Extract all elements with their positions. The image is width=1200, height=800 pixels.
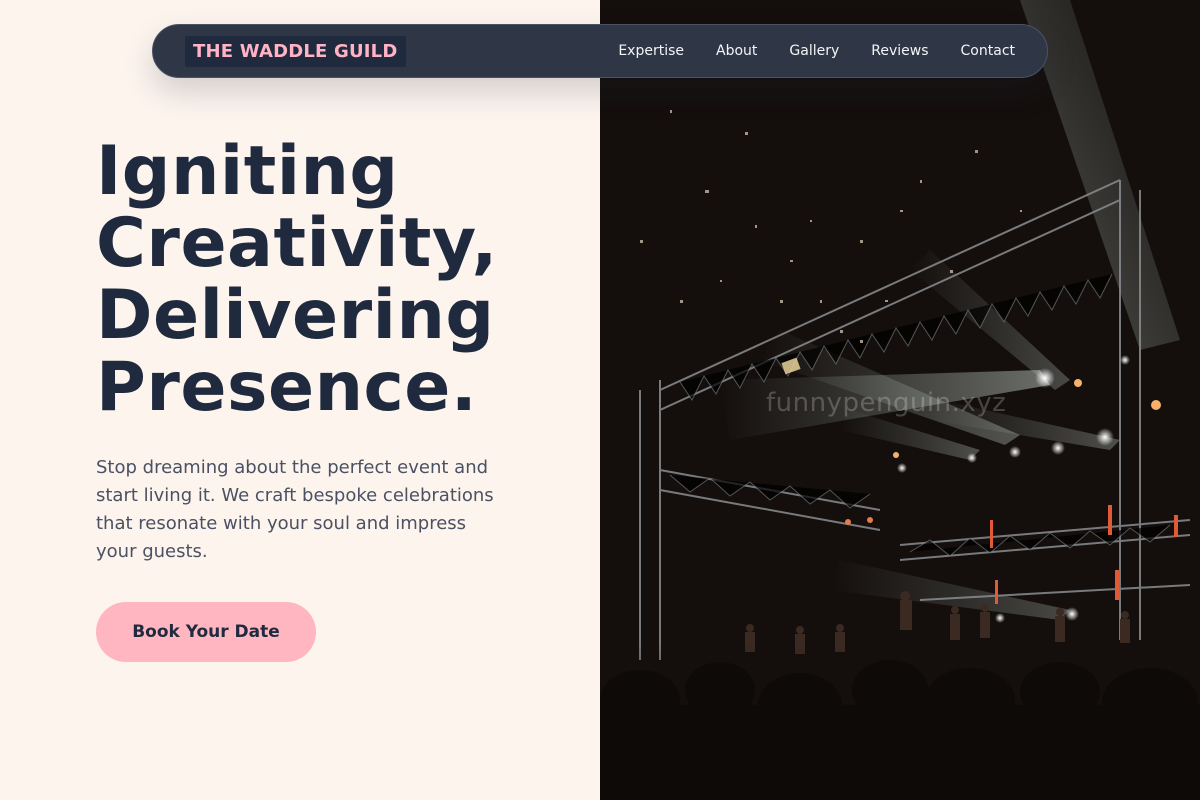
nav-link-contact[interactable]: Contact [961, 43, 1015, 59]
hero-title-line: Delivering [96, 276, 495, 355]
nav-link-expertise[interactable]: Expertise [618, 43, 684, 59]
hero-title: Igniting Creativity, Delivering Presence… [96, 136, 576, 424]
hero-title-line: Igniting [96, 132, 399, 211]
nav-link-reviews[interactable]: Reviews [871, 43, 928, 59]
nav-link-gallery[interactable]: Gallery [789, 43, 839, 59]
top-navbar: THE WADDLE GUILD Expertise About Gallery… [152, 24, 1048, 78]
hero-title-line: Presence. [96, 348, 478, 427]
book-date-button[interactable]: Book Your Date [96, 602, 316, 662]
hero-section: Igniting Creativity, Delivering Presence… [96, 136, 576, 566]
image-watermark: funnypenguin.xyz [766, 388, 1007, 418]
hero-title-line: Creativity, [96, 204, 498, 283]
nav-link-about[interactable]: About [716, 43, 757, 59]
nav-links: Expertise About Gallery Reviews Contact [618, 43, 1015, 59]
hero-subtitle: Stop dreaming about the perfect event an… [96, 457, 494, 562]
brand-logo[interactable]: THE WADDLE GUILD [185, 35, 406, 67]
